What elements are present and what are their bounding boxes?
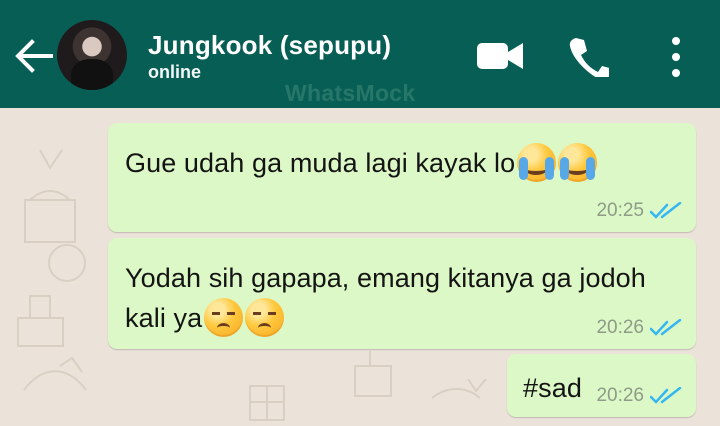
message-body: Yodah sih gapapa, emang kitanya ga jodoh… (125, 263, 646, 333)
contact-name[interactable]: Jungkook (sepupu) (148, 30, 391, 60)
read-receipt-icon (650, 319, 682, 336)
contact-status: online (148, 62, 201, 82)
pensive-face-icon (245, 298, 285, 337)
outgoing-message-bubble[interactable]: #sad 20:26 (507, 354, 696, 417)
contact-avatar[interactable] (57, 20, 127, 90)
read-receipt-icon (650, 202, 682, 219)
message-time: 20:26 (596, 317, 644, 338)
crying-face-icon (517, 143, 557, 182)
more-options-icon[interactable] (666, 36, 686, 78)
message-text: Yodah sih gapapa, emang kitanya ga jodoh… (125, 258, 646, 338)
watermark-text: WhatsMock (285, 80, 416, 106)
phone-call-icon[interactable] (567, 35, 609, 77)
back-arrow-icon[interactable] (14, 38, 54, 74)
message-body: Gue udah ga muda lagi kayak lo (125, 148, 516, 178)
outgoing-message-bubble[interactable]: Gue udah ga muda lagi kayak lo 20:25 (108, 123, 696, 232)
pensive-face-icon (204, 298, 244, 337)
outgoing-message-bubble[interactable]: Yodah sih gapapa, emang kitanya ga jodoh… (108, 238, 696, 349)
message-time: 20:26 (596, 385, 644, 406)
message-time: 20:25 (596, 200, 644, 221)
chat-header: Jungkook (sepupu) online WhatsMock (0, 0, 720, 108)
read-receipt-icon (650, 387, 682, 404)
video-call-icon[interactable] (475, 40, 525, 72)
message-text: Gue udah ga muda lagi kayak lo (125, 143, 598, 183)
crying-face-icon (558, 143, 598, 182)
message-text: #sad (523, 373, 582, 403)
